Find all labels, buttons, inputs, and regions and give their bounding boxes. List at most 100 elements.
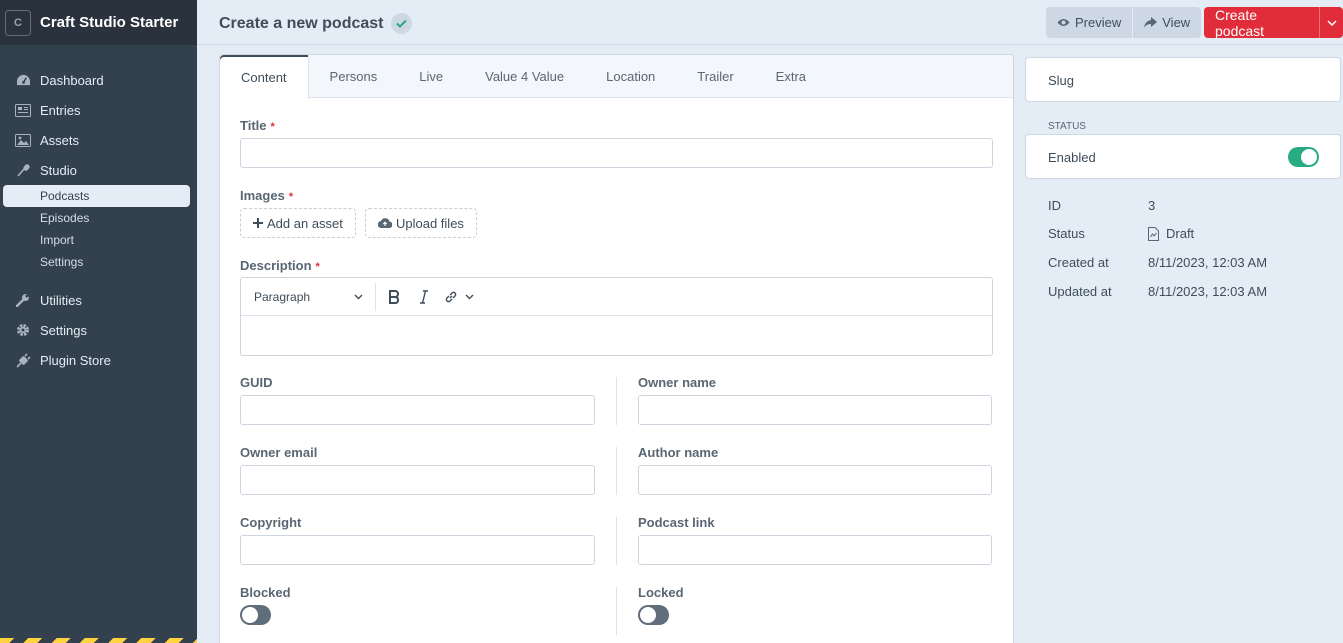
subnav-item-import[interactable]: Import [3,229,190,251]
link-icon[interactable] [439,283,479,311]
owner-name-label: Owner name [638,375,717,390]
editor-toolbar: Paragraph [241,278,992,316]
copyright-input[interactable] [240,535,595,565]
column-divider [616,587,617,635]
tab-value-4-value[interactable]: Value 4 Value [464,55,585,98]
site-name[interactable]: Craft Studio Starter [40,14,178,31]
tab-live[interactable]: Live [398,55,464,98]
paragraph-format-select[interactable]: Paragraph [241,282,376,311]
enabled-label: Enabled [1048,150,1096,165]
column-divider [616,517,617,565]
nav-item-settings[interactable]: Settings [0,315,197,345]
nav-label: Settings [40,322,87,338]
enabled-card: Enabled [1025,134,1341,179]
required-mark: * [288,191,294,203]
chevron-down-icon [354,294,363,300]
paragraph-format-value: Paragraph [254,289,311,304]
nav-item-plugin-store[interactable]: Plugin Store [0,345,197,375]
subnav-item-settings[interactable]: Settings [3,251,190,273]
upload-files-label: Upload files [396,215,464,231]
bold-icon[interactable] [379,283,409,311]
owner-email-label: Owner email [240,445,318,460]
nav-label: Studio [40,162,77,178]
images-label: Images * [240,188,293,203]
guid-input[interactable] [240,395,595,425]
view-label: View [1162,15,1191,30]
slug-card[interactable]: Slug [1025,57,1341,102]
podcast-link-input[interactable] [638,535,992,565]
status-heading: Status [1048,121,1086,132]
wrench-icon [15,292,31,308]
check-icon [390,13,412,34]
create-button-group: Create podcast [1204,7,1343,39]
main-nav: Dashboard Entries Assets Studio Podcasts… [0,45,197,375]
nav-label: Assets [40,132,80,148]
create-menu-toggle[interactable] [1319,7,1343,38]
nav-item-dashboard[interactable]: Dashboard [0,65,197,95]
meta-row-updated: Updated at 8/11/2023, 12:03 AM [1048,284,1267,299]
copyright-label: Copyright [240,515,302,530]
gauge-icon [15,72,31,88]
image-icon [15,132,31,148]
podcast-link-label: Podcast link [638,515,715,530]
add-asset-button[interactable]: Add an asset [240,208,356,238]
microphone-icon [15,162,31,178]
meta-row-created: Created at 8/11/2023, 12:03 AM [1048,255,1267,270]
meta-row-id: ID 3 [1048,198,1155,213]
description-label: Description * [240,258,320,273]
blocked-toggle[interactable] [240,605,271,625]
nav-item-assets[interactable]: Assets [0,125,197,155]
subnav-item-episodes[interactable]: Episodes [3,207,190,229]
create-podcast-button[interactable]: Create podcast [1204,7,1320,39]
chevron-down-icon [1327,19,1337,26]
blocked-label: Blocked [240,585,291,600]
tab-bar: Content Persons Live Value 4 Value Locat… [220,55,1013,99]
italic-icon[interactable] [409,283,439,311]
newspaper-icon [15,102,31,118]
content-pane: Content Persons Live Value 4 Value Locat… [219,54,1014,643]
nav-label: Utilities [40,292,82,308]
enabled-toggle[interactable] [1288,147,1319,167]
tab-location[interactable]: Location [585,55,676,98]
owner-name-input[interactable] [638,395,992,425]
status-value: Draft [1166,226,1195,241]
locked-toggle[interactable] [638,605,669,625]
cloud-upload-icon [378,218,392,228]
tab-content[interactable]: Content [220,55,309,99]
tab-persons[interactable]: Persons [309,55,399,98]
preview-button[interactable]: Preview [1046,7,1134,38]
draft-file-icon [1148,226,1159,241]
author-name-input[interactable] [638,465,992,495]
dev-mode-stripe [0,638,197,643]
column-divider [616,447,617,495]
sidebar: C Craft Studio Starter Dashboard Entries… [0,0,197,643]
locked-label: Locked [638,585,684,600]
add-asset-label: Add an asset [267,215,343,231]
nav-item-entries[interactable]: Entries [0,95,197,125]
owner-email-input[interactable] [240,465,595,495]
description-editor: Paragraph [240,277,993,356]
site-logo[interactable]: C [5,9,31,36]
meta-row-status: Status Draft [1048,226,1194,241]
nav-item-studio[interactable]: Studio [0,155,197,185]
subnav-item-podcasts[interactable]: Podcasts [3,185,190,207]
author-name-label: Author name [638,445,719,460]
required-mark: * [270,121,275,133]
upload-files-button[interactable]: Upload files [365,208,477,238]
gear-icon [15,322,31,338]
title-input[interactable] [240,138,993,168]
meta-key: Status [1048,226,1085,241]
eye-icon [1057,18,1070,27]
view-button[interactable]: View [1133,7,1202,38]
description-label-text: Description [240,258,312,273]
site-header: C Craft Studio Starter [0,0,197,45]
meta-key: ID [1048,198,1061,213]
plus-icon [253,218,263,228]
nav-label: Entries [40,102,81,118]
nav-label: Plugin Store [40,352,111,368]
tab-extra[interactable]: Extra [755,55,827,98]
column-divider [616,377,617,425]
page-header: Create a new podcast Preview View Create… [197,0,1343,45]
nav-item-utilities[interactable]: Utilities [0,285,197,315]
tab-trailer[interactable]: Trailer [676,55,754,98]
